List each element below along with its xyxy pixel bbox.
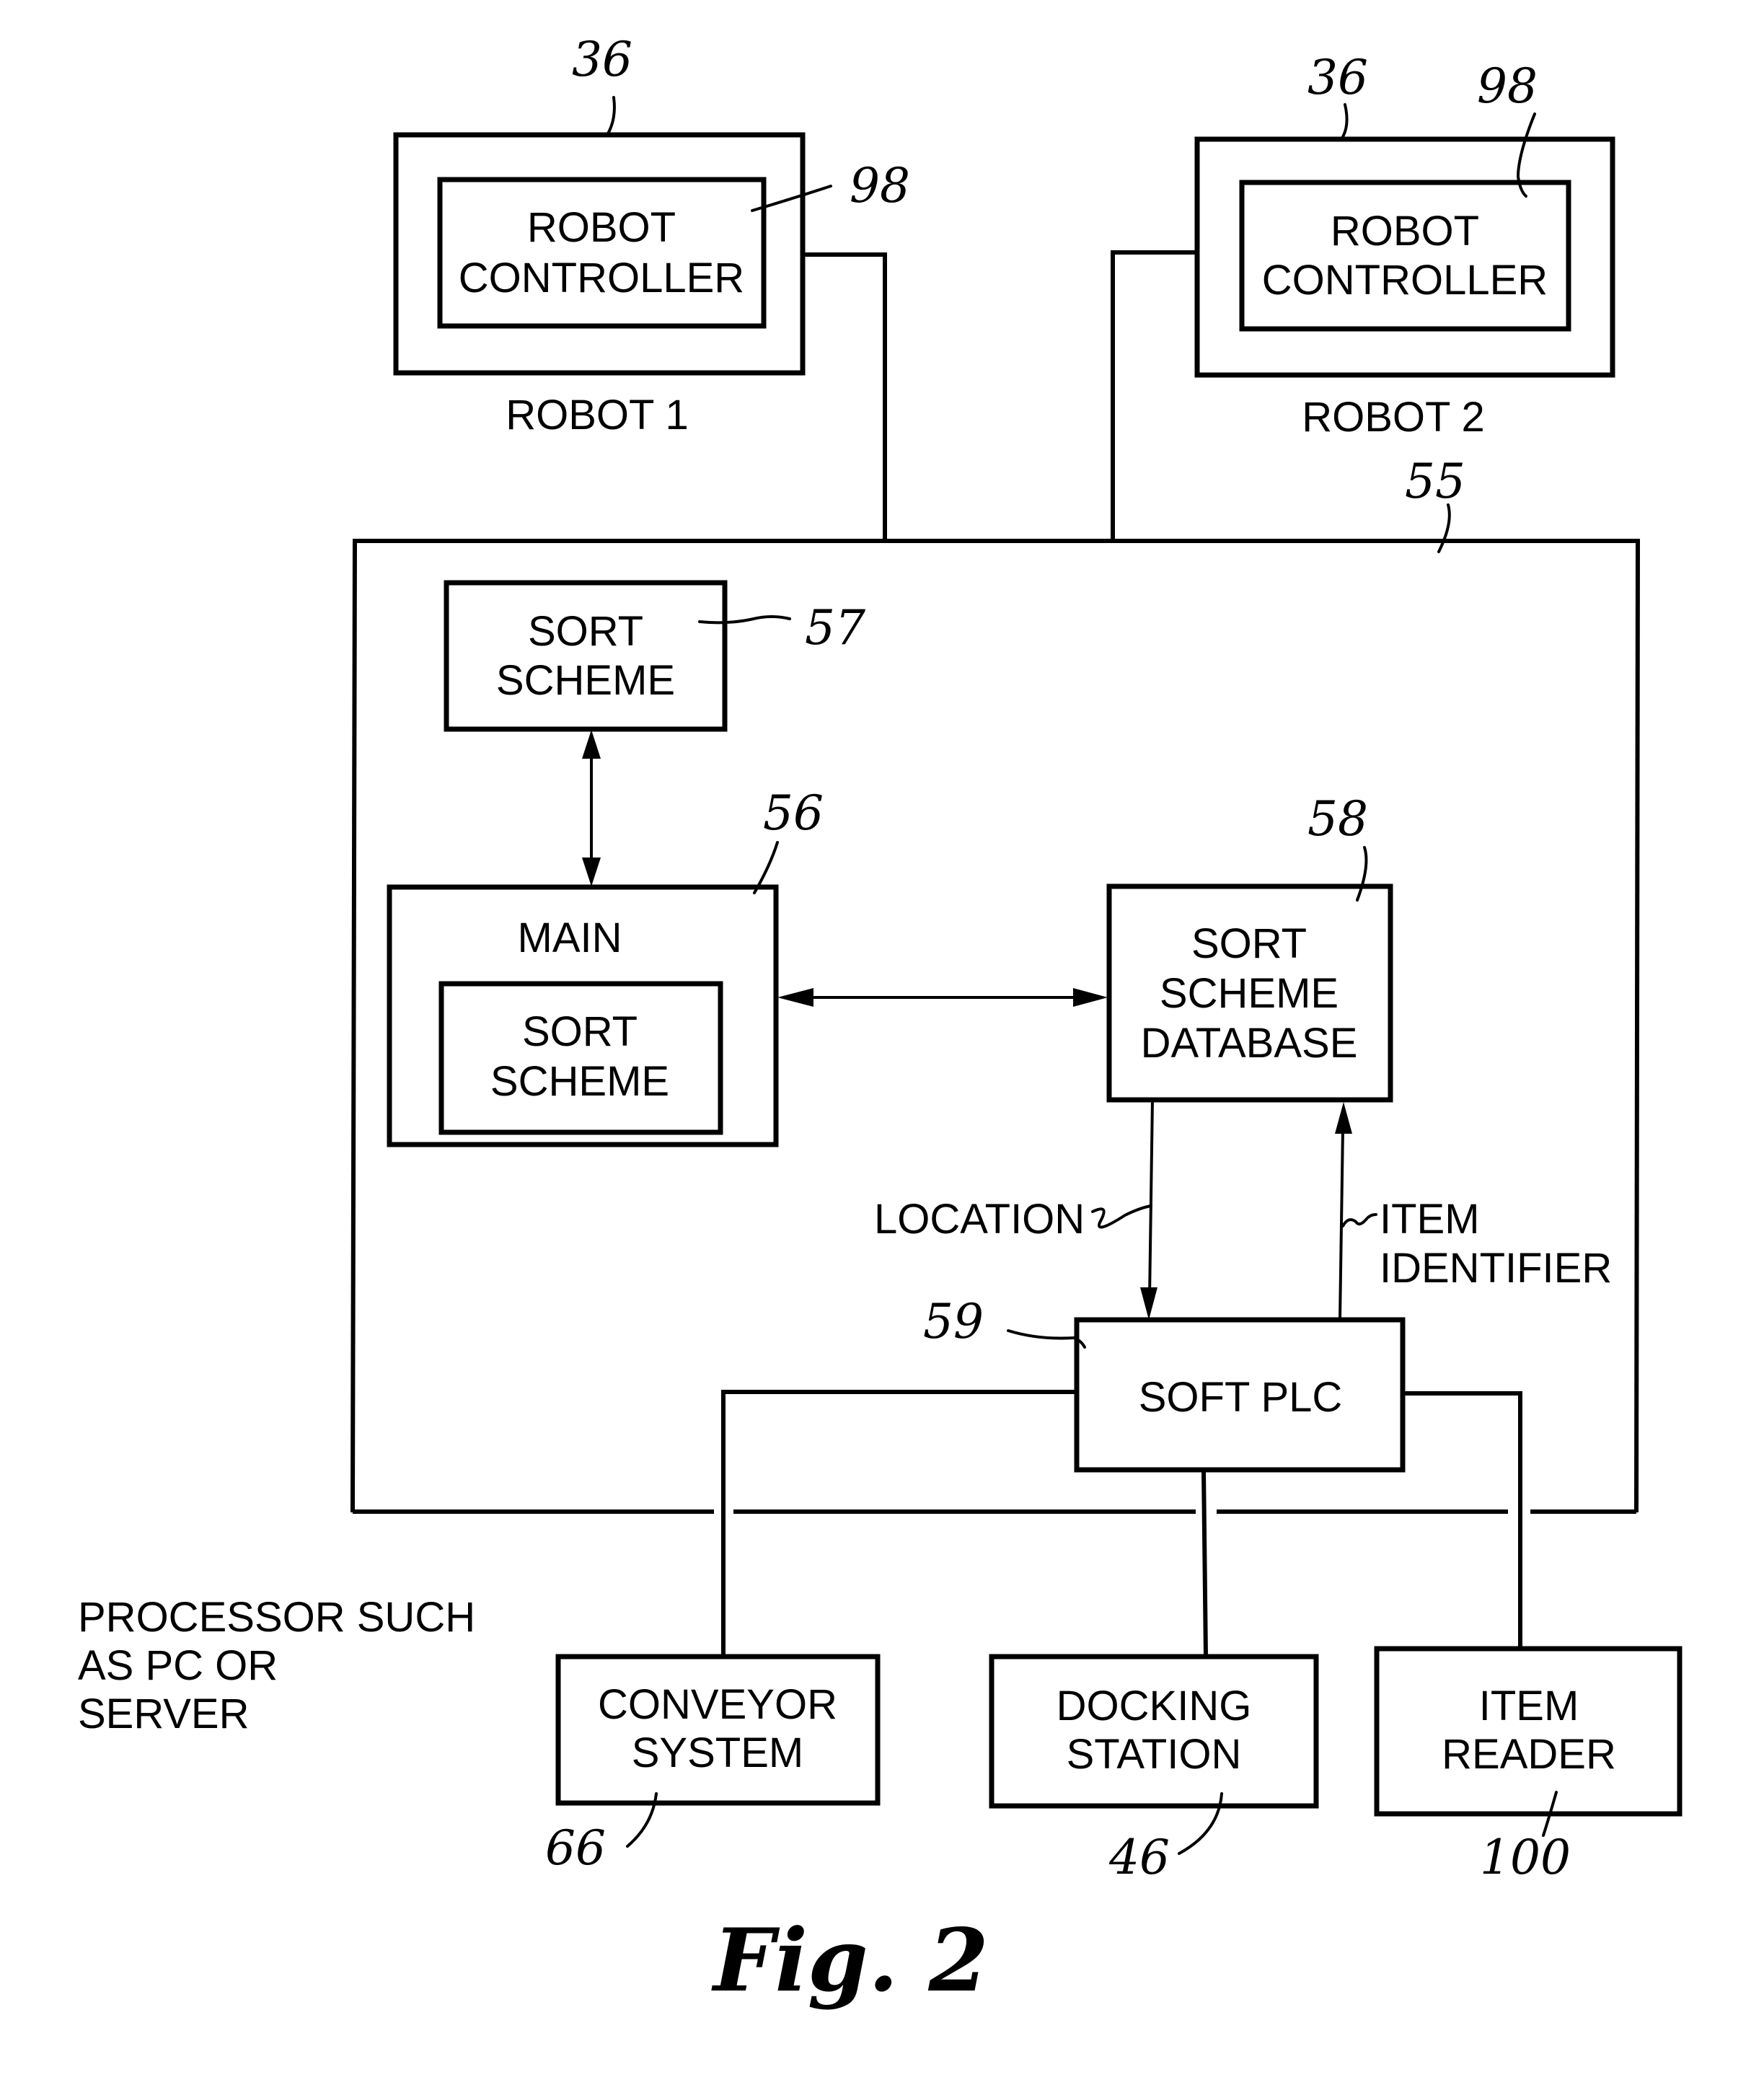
sort-scheme-main-arrow [582,730,601,886]
robot-1-controller-line-2: CONTROLLER [459,255,744,301]
main-title: MAIN [518,914,622,961]
robot-1-ref-36-leader [606,96,616,136]
main-sort-scheme-line-2: SCHEME [490,1058,669,1105]
main-ref-56: 56 [763,785,824,841]
database-line-3: DATABASE [1141,1020,1358,1067]
item-reader-connection [1403,1391,1522,1649]
item-identifier-leader [1341,1213,1377,1227]
sort-scheme-block: SORT SCHEME 57 [444,580,865,732]
figure-label: Fig. 2 [711,1910,989,2011]
conveyor-line-1: CONVEYOR [598,1681,837,1728]
item-reader-line-1: ITEM [1479,1683,1579,1729]
location-arrow-head [1140,1287,1157,1320]
processor-caption-line-1: PROCESSOR SUCH [78,1594,475,1641]
robot-1-caption: ROBOT 1 [506,392,689,438]
docking-connection [1201,1469,1208,1657]
sort-scheme-line-1: SORT [528,608,643,655]
processor-right-edge [1634,538,1640,1513]
arrow-head-right [1073,988,1108,1007]
item-identifier-label-line-1: ITEM [1380,1196,1480,1243]
main-database-arrow [777,988,1108,1007]
item-reader-block: ITEM READER 100 [1374,1646,1683,1885]
processor-caption-line-3: SERVER [78,1691,249,1737]
item-identifier-arrow-head [1335,1102,1352,1134]
robot-1-controller-box [437,177,767,329]
processor-left-edge [350,538,357,1513]
sort-scheme-database-block: SORT SCHEME DATABASE 58 [1106,791,1393,1103]
robot-2-controller-line-2: CONTROLLER [1262,257,1548,304]
robot-1-controller-line-1: ROBOT [527,204,676,251]
arrow-head-left [777,988,813,1007]
docking-line-2: STATION [1067,1731,1242,1778]
robot-1-ref-36: 36 [572,32,632,87]
arrow-head-down [582,858,601,886]
arrow-head-up [582,730,601,759]
item-reader-line-2: READER [1442,1731,1616,1778]
soft-plc-block: SOFT PLC 59 [923,1294,1406,1473]
robot-1-connection [803,252,887,541]
processor-caption-line-2: AS PC OR [78,1642,278,1689]
robot-2-connection [1111,250,1197,541]
docking-ref-46: 46 [1108,1830,1170,1885]
item-identifier-label-line-2: IDENTIFIER [1380,1245,1612,1292]
item-identifier-flow: ITEM IDENTIFIER [1335,1102,1612,1321]
robot-2-caption: ROBOT 2 [1302,394,1485,441]
conveyor-system-block: CONVEYOR SYSTEM 66 [545,1654,881,1876]
soft-plc-label: SOFT PLC [1139,1374,1343,1421]
location-label: LOCATION [874,1196,1085,1243]
main-sort-scheme-line-1: SORT [522,1008,638,1055]
database-ref-58: 58 [1307,791,1368,847]
item-reader-ref-100: 100 [1480,1830,1571,1885]
conveyor-connection [721,1390,1077,1657]
database-line-2: SCHEME [1160,970,1339,1017]
robot-2: ROBOT CONTROLLER ROBOT 2 36 98 [1194,50,1615,441]
database-line-1: SORT [1191,920,1307,967]
robot-2-ref-36-leader [1340,103,1349,141]
processor-ref-55-leader [1437,503,1451,553]
conveyor-line-2: SYSTEM [632,1729,804,1776]
location-line [1148,1099,1154,1299]
conveyor-ref-66: 66 [545,1820,606,1876]
patent-figure: ROBOT CONTROLLER ROBOT 1 36 98 ROBOT CON… [0,0,1764,2085]
robot-2-controller-line-1: ROBOT [1331,208,1479,255]
location-flow: LOCATION [874,1099,1157,1320]
block-diagram: ROBOT CONTROLLER ROBOT 1 36 98 ROBOT CON… [78,32,1683,2011]
sort-scheme-box [444,580,728,732]
sort-scheme-line-2: SCHEME [496,657,675,704]
robot-2-controller-box [1239,180,1571,332]
soft-plc-ref-59: 59 [923,1294,984,1349]
location-leader [1091,1204,1152,1229]
processor-caption: PROCESSOR SUCH AS PC OR SERVER [78,1594,475,1737]
processor-ref-55: 55 [1405,454,1465,509]
robot-2-ref-36: 36 [1307,50,1368,105]
soft-plc-ref-59-leader [1007,1329,1086,1349]
docking-station-block: DOCKING STATION 46 [989,1654,1319,1885]
robot-2-ref-98: 98 [1477,58,1538,114]
robot-1: ROBOT CONTROLLER ROBOT 1 36 98 [393,32,910,438]
robot-1-ref-98: 98 [850,158,910,213]
sort-scheme-ref-57: 57 [805,600,865,656]
docking-line-1: DOCKING [1057,1683,1252,1729]
main-block: MAIN SORT SCHEME 56 [387,785,824,1147]
